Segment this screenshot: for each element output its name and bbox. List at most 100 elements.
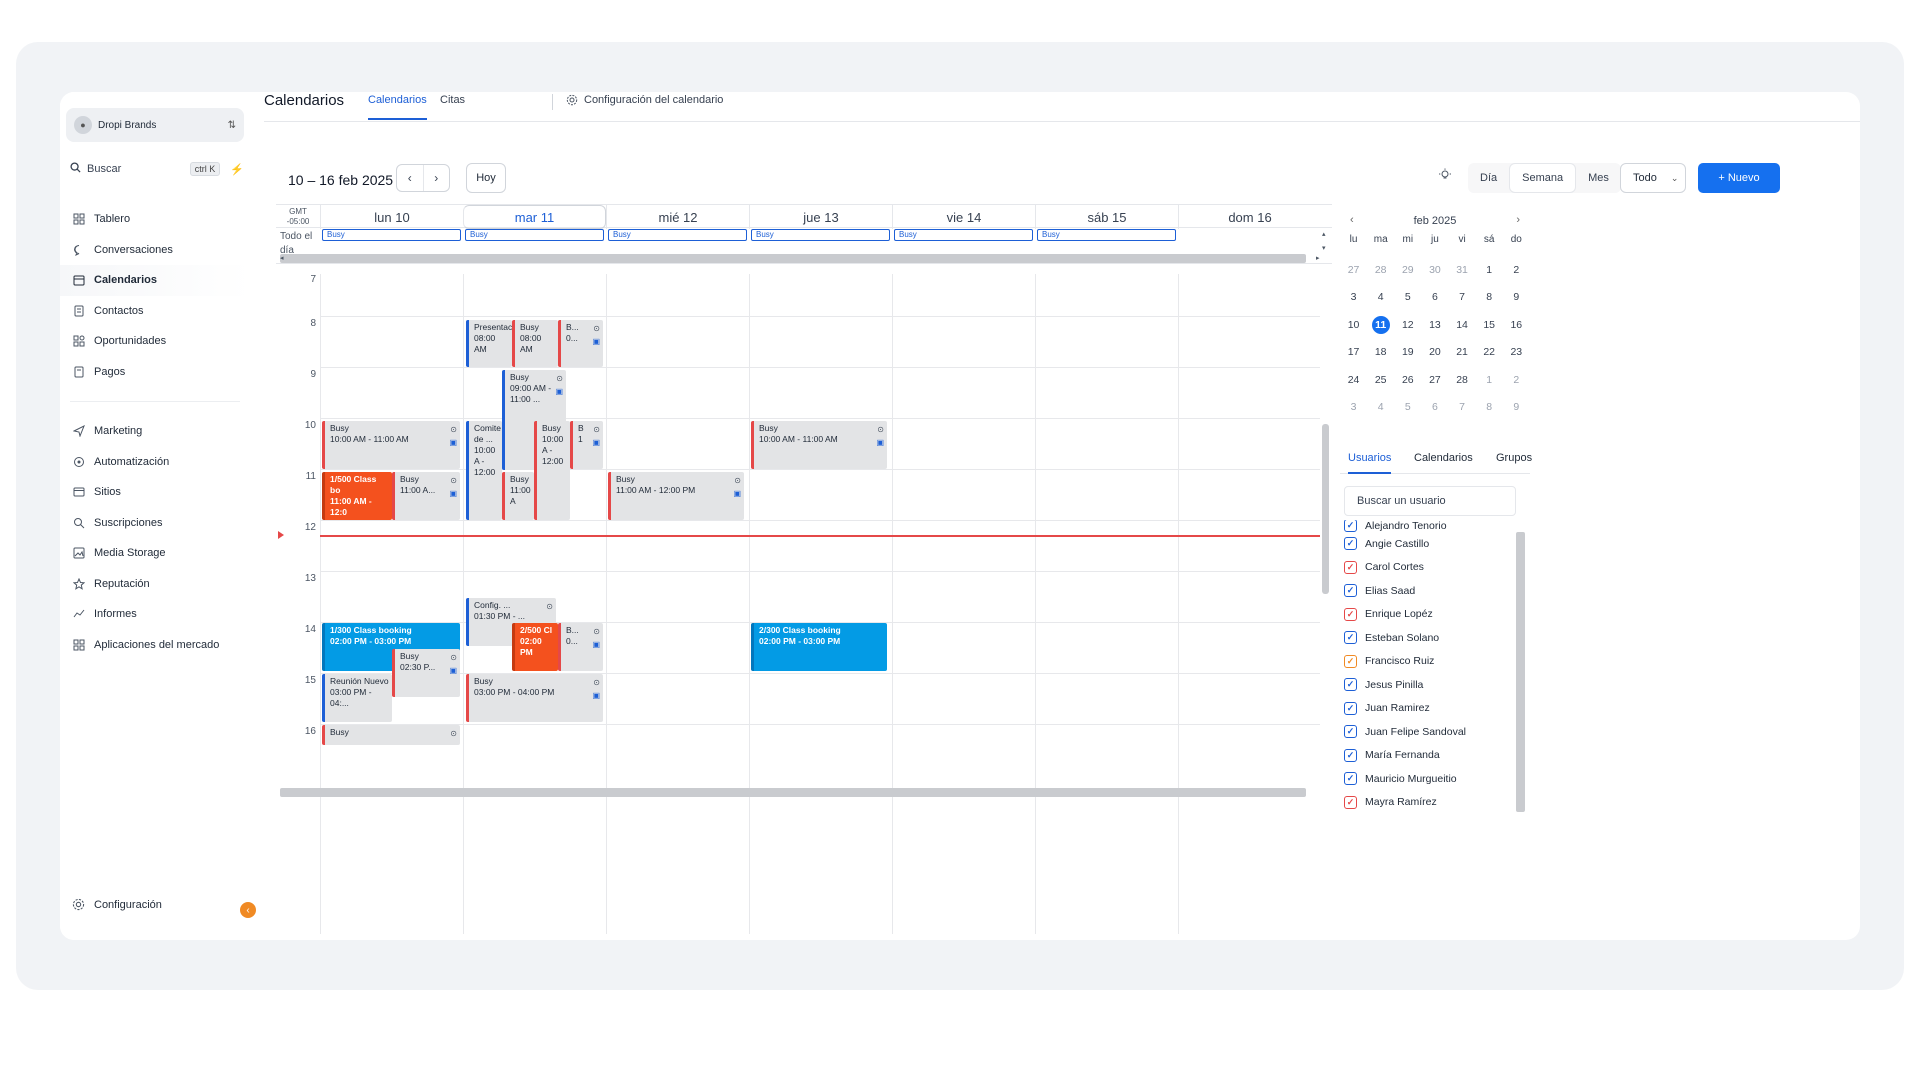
checkbox[interactable]: ✓ (1344, 631, 1357, 645)
sidebar-item-suscripciones[interactable]: Suscripciones (60, 508, 250, 539)
mini-day[interactable]: 7 (1449, 401, 1476, 413)
sidebar-item-media-storage[interactable]: Media Storage (60, 538, 250, 569)
mini-day-selected[interactable]: 11 (1367, 315, 1394, 334)
calendar-event[interactable]: Busy 11:00 A (502, 472, 534, 520)
user-item[interactable]: ✓ Enrique Lopéz (1340, 603, 1520, 627)
checkbox[interactable]: ✓ (1344, 795, 1357, 809)
calendar-event[interactable]: B... 0... ⊙ ▣ (558, 623, 603, 671)
calendar-event[interactable]: Busy 11:00 A... ⊙ ▣ (392, 472, 460, 520)
sidebar-item-aplicaciones[interactable]: Aplicaciones del mercado (60, 630, 250, 661)
allday-event[interactable]: Busy (322, 229, 461, 241)
sidebar-item-tablero[interactable]: Tablero (60, 204, 250, 235)
tab-calendarios[interactable]: Calendarios (368, 94, 427, 120)
day-header[interactable]: vie 14 (892, 205, 1035, 229)
new-button[interactable]: + Nuevo (1698, 163, 1780, 193)
checkbox[interactable]: ✓ (1344, 772, 1357, 786)
mini-day[interactable]: 12 (1394, 319, 1421, 331)
checkbox[interactable]: ✓ (1344, 654, 1357, 668)
mini-day[interactable]: 27 (1340, 264, 1367, 276)
calendar-event[interactable]: 2/300 Class booking 02:00 PM - 03:00 PM (751, 623, 887, 671)
grid-vertical-scrollbar[interactable] (1322, 424, 1329, 594)
sidebar-item-contactos[interactable]: Contactos (60, 296, 250, 327)
mini-day[interactable]: 4 (1367, 401, 1394, 413)
mini-day[interactable]: 10 (1340, 319, 1367, 331)
mini-day[interactable]: 25 (1367, 374, 1394, 386)
sidebar-item-pagos[interactable]: Pagos (60, 357, 250, 388)
mini-day[interactable]: 8 (1476, 291, 1503, 303)
tab-grupos[interactable]: Grupos (1496, 452, 1532, 464)
mini-day[interactable]: 2 (1503, 264, 1530, 276)
scroll-left-icon[interactable]: ◂ (280, 254, 284, 262)
user-item[interactable]: ✓ Elias Saad (1340, 579, 1520, 603)
calendar-event[interactable]: Presentac 08:00 AM (466, 320, 512, 367)
calendar-event[interactable]: Reunión Nuevo 03:00 PM - 04:... (322, 674, 392, 722)
allday-event[interactable]: Busy (608, 229, 747, 241)
mini-day[interactable]: 3 (1340, 401, 1367, 413)
sidebar-item-informes[interactable]: Informes (60, 599, 250, 630)
calendar-event[interactable]: Busy 11:00 AM - 12:00 PM ⊙ ▣ (608, 472, 744, 520)
scroll-up-icon[interactable]: ▴ (1322, 230, 1326, 238)
sidebar-item-marketing[interactable]: Marketing (60, 416, 250, 447)
user-item[interactable]: ✓ Esteban Solano (1340, 626, 1520, 650)
calendar-event[interactable]: Busy 10:00 A - 12:00 (534, 421, 570, 520)
checkbox[interactable]: ✓ (1344, 584, 1357, 598)
today-button[interactable]: Hoy (466, 163, 506, 193)
mini-day[interactable]: 28 (1367, 264, 1394, 276)
mini-day[interactable]: 3 (1340, 291, 1367, 303)
user-item[interactable]: ✓ Juan Ramirez (1340, 697, 1520, 721)
scroll-right-icon[interactable]: ▸ (1316, 254, 1320, 262)
mini-day[interactable]: 4 (1367, 291, 1394, 303)
sidebar-item-configuracion[interactable]: Configuración (72, 898, 162, 912)
view-day[interactable]: Día (1468, 163, 1509, 193)
grid-horizontal-scrollbar[interactable] (280, 788, 1306, 797)
mini-day[interactable]: 26 (1394, 374, 1421, 386)
allday-event[interactable]: Busy (894, 229, 1033, 241)
user-item[interactable]: ✓ Alejandro Tenorio (1340, 520, 1520, 532)
user-item[interactable]: ✓ Angie Castillo (1340, 532, 1520, 556)
mini-day[interactable]: 18 (1367, 346, 1394, 358)
collapse-sidebar-button[interactable]: ‹ (240, 902, 256, 918)
chevron-left-icon[interactable]: ‹ (1350, 214, 1354, 226)
sidebar-search[interactable]: Buscar ctrl K ⚡ (70, 158, 244, 180)
mini-day[interactable]: 14 (1449, 319, 1476, 331)
calendar-event[interactable]: Busy 10:00 AM - 11:00 AM ⊙ ▣ (751, 421, 887, 469)
mini-day[interactable]: 24 (1340, 374, 1367, 386)
user-search-input[interactable]: Buscar un usuario (1344, 486, 1516, 516)
user-item[interactable]: ✓ Carol Cortes (1340, 556, 1520, 580)
calendar-event[interactable]: Busy 03:00 PM - 04:00 PM ⊙ ▣ (466, 674, 603, 722)
mini-day[interactable]: 30 (1421, 264, 1448, 276)
view-week[interactable]: Semana (1509, 163, 1577, 193)
mini-day[interactable]: 20 (1421, 346, 1448, 358)
user-item[interactable]: ✓ Juan Felipe Sandoval (1340, 720, 1520, 744)
calendar-event[interactable]: B... 0... ⊙ ▣ (558, 320, 603, 367)
mini-day[interactable]: 9 (1503, 291, 1530, 303)
mini-day[interactable]: 1 (1476, 264, 1503, 276)
allday-event[interactable]: Busy (465, 229, 604, 241)
user-item[interactable]: ✓ Francisco Ruiz (1340, 650, 1520, 674)
day-header[interactable]: jue 13 (749, 205, 892, 229)
checkbox[interactable]: ✓ (1344, 520, 1357, 532)
tab-usuarios[interactable]: Usuarios (1348, 452, 1392, 474)
calendar-event[interactable]: 1/500 Class bo 11:00 AM - 12:0 (322, 472, 392, 520)
mini-day[interactable]: 5 (1394, 291, 1421, 303)
tab-calendarios-list[interactable]: Calendarios (1414, 452, 1473, 464)
day-header[interactable]: mar 11 (463, 205, 606, 229)
mini-day[interactable]: 7 (1449, 291, 1476, 303)
checkbox[interactable]: ✓ (1344, 560, 1357, 574)
view-month[interactable]: Mes (1576, 163, 1621, 193)
scroll-down-icon[interactable]: ▾ (1322, 244, 1326, 252)
calendar-event[interactable]: Busy 02:30 P... ⊙ ▣ (392, 649, 460, 697)
checkbox[interactable]: ✓ (1344, 748, 1357, 762)
chevron-right-icon[interactable]: › (1516, 214, 1520, 226)
checkbox[interactable]: ✓ (1344, 607, 1357, 621)
mini-day[interactable]: 15 (1476, 319, 1503, 331)
mini-day[interactable]: 16 (1503, 319, 1530, 331)
day-header[interactable]: dom 16 (1178, 205, 1321, 229)
mini-day[interactable]: 21 (1449, 346, 1476, 358)
user-item[interactable]: ✓ María Fernanda (1340, 744, 1520, 768)
mini-day[interactable]: 5 (1394, 401, 1421, 413)
mini-day[interactable]: 13 (1421, 319, 1448, 331)
day-header[interactable]: sáb 15 (1035, 205, 1178, 229)
mini-day[interactable]: 17 (1340, 346, 1367, 358)
calendar-event[interactable]: 2/500 Cl 02:00 PM (512, 623, 558, 671)
